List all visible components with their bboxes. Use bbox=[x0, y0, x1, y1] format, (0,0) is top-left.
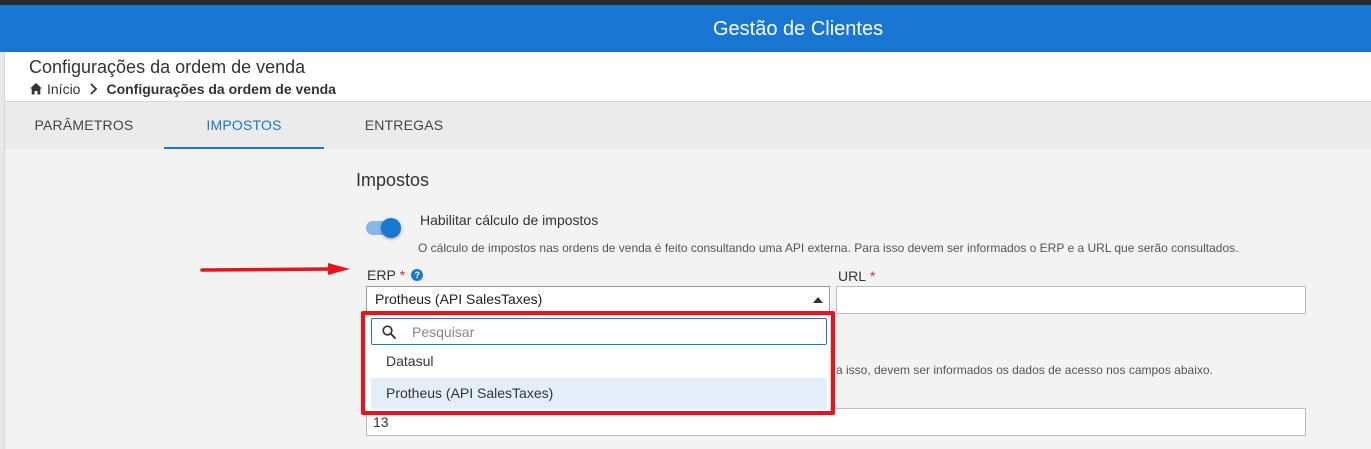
breadcrumb: Início Configurações da ordem de venda bbox=[29, 81, 336, 97]
access-help-text: ra isso, devem ser informados os dados d… bbox=[832, 363, 1213, 377]
dropdown-search-input[interactable] bbox=[412, 322, 812, 341]
page-title: Configurações da ordem de venda bbox=[29, 57, 306, 77]
erp-dropdown-panel: Datasul Protheus (API SalesTaxes) bbox=[366, 313, 830, 411]
search-icon bbox=[382, 325, 396, 339]
red-arrow-annotation bbox=[200, 263, 350, 275]
tab-bar: PARÂMETROS IMPOSTOS ENTREGAS bbox=[5, 102, 1371, 149]
erp-label-text: ERP bbox=[367, 267, 396, 283]
tab-impostos[interactable]: IMPOSTOS bbox=[164, 102, 324, 149]
url-label-text: URL bbox=[838, 268, 867, 284]
toggle-label: Habilitar cálculo de impostos bbox=[420, 212, 599, 228]
url-input[interactable] bbox=[836, 286, 1306, 314]
erp-label: ERP * ? bbox=[367, 267, 424, 283]
tab-entregas[interactable]: ENTREGAS bbox=[324, 102, 484, 149]
section-title: Impostos bbox=[356, 170, 430, 190]
tab-parametros[interactable]: PARÂMETROS bbox=[5, 102, 163, 149]
tax-calculation-toggle[interactable] bbox=[366, 217, 402, 239]
erp-select[interactable]: Protheus (API SalesTaxes) bbox=[366, 286, 830, 313]
page-header: Configurações da ordem de venda Início C… bbox=[5, 52, 1371, 102]
url-required-mark: * bbox=[870, 268, 876, 284]
app-title: Gestão de Clientes bbox=[713, 18, 884, 40]
breadcrumb-current: Configurações da ordem de venda bbox=[106, 81, 336, 97]
access-field-input[interactable]: 13 bbox=[366, 408, 1306, 436]
caret-up-icon bbox=[813, 297, 823, 303]
erp-required-mark: * bbox=[399, 267, 406, 283]
home-icon[interactable] bbox=[29, 82, 43, 96]
app-header-bar: Gestão de Clientes bbox=[0, 5, 1371, 52]
chevron-right-icon bbox=[90, 83, 98, 95]
dropdown-option-protheus[interactable]: Protheus (API SalesTaxes) bbox=[371, 378, 827, 409]
dropdown-option-datasul[interactable]: Datasul bbox=[371, 346, 827, 377]
toggle-thumb bbox=[381, 218, 401, 238]
help-icon[interactable]: ? bbox=[411, 269, 424, 281]
dropdown-search-box bbox=[371, 318, 827, 345]
erp-select-value: Protheus (API SalesTaxes) bbox=[375, 291, 543, 307]
breadcrumb-home-link[interactable]: Início bbox=[47, 81, 80, 97]
url-label: URL * bbox=[838, 268, 875, 284]
tax-help-text: O cálculo de impostos nas ordens de vend… bbox=[418, 241, 1239, 255]
